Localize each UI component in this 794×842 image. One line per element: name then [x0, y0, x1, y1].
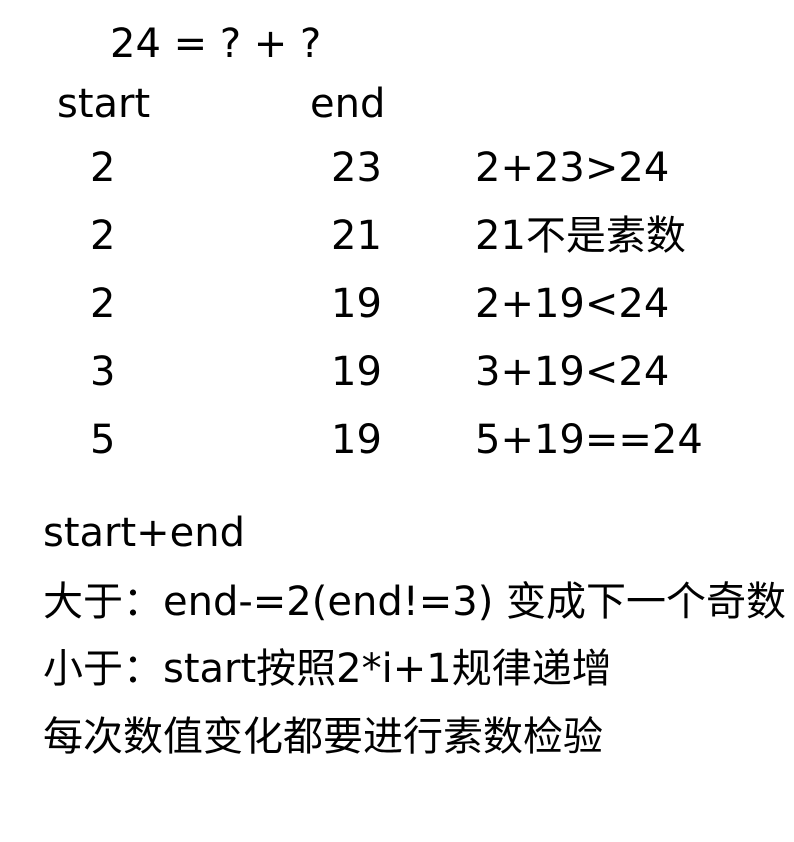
row-3-note: 2+19<24: [475, 281, 670, 327]
row-4-end: 19: [331, 349, 382, 395]
column-header-end: end: [310, 81, 386, 127]
row-2-start: 2: [90, 213, 116, 259]
row-4-note: 3+19<24: [475, 349, 670, 395]
row-5-end: 19: [331, 417, 382, 463]
row-1-end: 23: [331, 145, 382, 191]
row-3-end: 19: [331, 281, 382, 327]
rule-less: 小于：start按照2*i+1规律递增: [43, 646, 612, 692]
rule-prime-check: 每次数值变化都要进行素数检验: [43, 714, 603, 760]
column-header-start: start: [57, 81, 151, 127]
row-5-start: 5: [90, 417, 116, 463]
row-1-note: 2+23>24: [475, 145, 670, 191]
rule-sum: start+end: [43, 510, 246, 556]
row-5-note: 5+19==24: [475, 417, 703, 463]
row-2-note: 21不是素数: [475, 213, 686, 259]
rule-greater: 大于：end-=2(end!=3) 变成下一个奇数: [43, 579, 787, 625]
row-4-start: 3: [90, 349, 116, 395]
row-1-start: 2: [90, 145, 116, 191]
equation-title: 24 = ? + ?: [110, 21, 322, 67]
row-2-end: 21: [331, 213, 382, 259]
row-3-start: 2: [90, 281, 116, 327]
